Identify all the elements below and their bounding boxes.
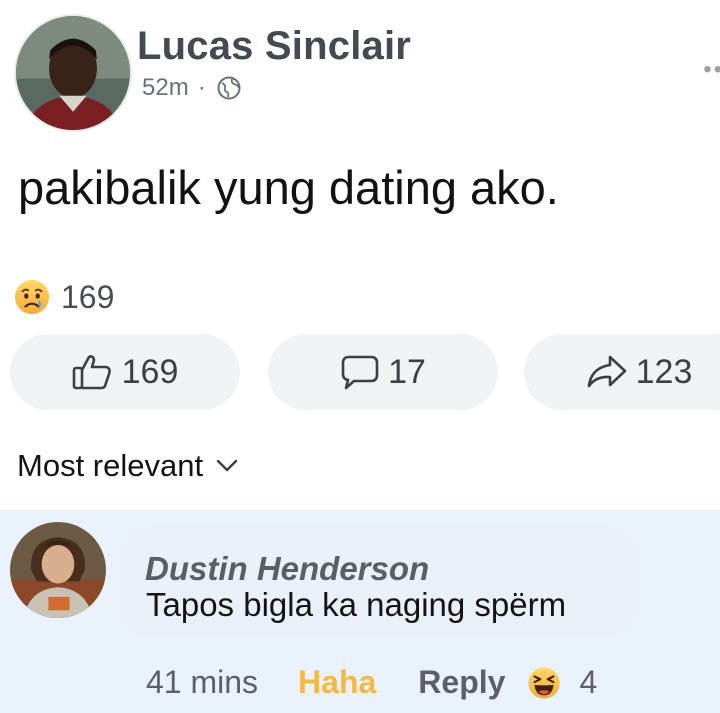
sad-face-icon	[14, 279, 50, 315]
reply-button[interactable]: Reply	[418, 664, 505, 701]
comment-count: 17	[388, 352, 426, 391]
globe-icon	[216, 75, 242, 101]
post-author-avatar[interactable]	[16, 16, 130, 130]
more-options-icon[interactable]: ••	[703, 56, 720, 84]
sort-label: Most relevant	[17, 448, 204, 483]
comment-bubble-icon	[341, 355, 379, 390]
post-timestamp[interactable]: 52m	[142, 74, 189, 102]
reaction-summary[interactable]: 169	[13, 278, 114, 316]
meta-separator: ·	[197, 74, 206, 101]
haha-reaction-button[interactable]: Haha	[298, 664, 376, 701]
share-count: 123	[635, 352, 693, 391]
avatar-photo-placeholder	[16, 16, 130, 130]
like-button[interactable]: 169	[10, 334, 240, 410]
chevron-down-icon	[216, 459, 238, 472]
thumbs-up-icon	[72, 355, 111, 390]
commenter-name[interactable]: Dustin Henderson	[145, 550, 429, 588]
comment-text: Tapos bigla ka naging spërm	[146, 586, 567, 623]
commenter-avatar[interactable]	[10, 522, 106, 618]
post-author-name[interactable]: Lucas Sinclair	[137, 24, 411, 69]
share-button[interactable]: 123	[524, 334, 720, 410]
comment-actions: 41 mins Haha Reply 4	[146, 664, 597, 701]
comment-button[interactable]: 17	[268, 334, 498, 410]
comment-timestamp[interactable]: 41 mins	[146, 664, 258, 701]
laughing-face-icon[interactable]	[527, 666, 561, 700]
post-card: Lucas Sinclair 52m · •• pakibalik yung d…	[0, 0, 720, 510]
like-count: 169	[121, 352, 179, 391]
reaction-count: 169	[61, 278, 115, 315]
comment-section: Dustin Henderson Tapos bigla ka naging s…	[0, 510, 720, 713]
comment-sort-dropdown[interactable]: Most relevant	[17, 448, 239, 484]
avatar-photo-placeholder	[10, 522, 106, 618]
post-text: pakibalik yung dating ako.	[18, 161, 559, 214]
post-meta: 52m ·	[142, 74, 242, 102]
comment-reaction-count: 4	[579, 664, 598, 700]
share-arrow-icon	[587, 355, 626, 388]
